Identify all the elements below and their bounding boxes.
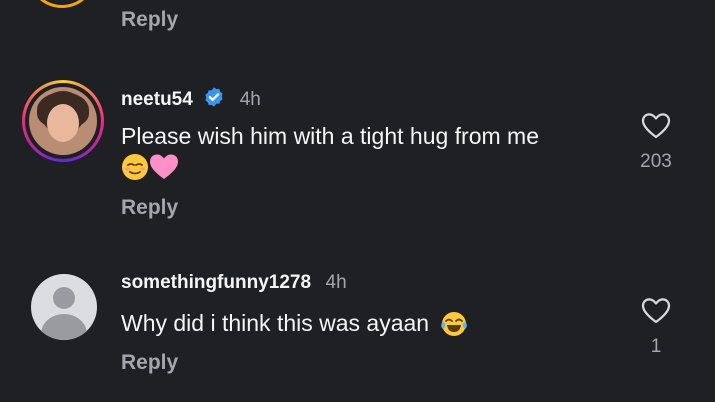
verified-badge-icon [203,86,225,113]
heart-icon[interactable] [641,297,671,330]
username[interactable]: neetu54 [121,89,193,110]
avatar[interactable] [31,274,97,340]
like-column: 1 [631,297,681,358]
pink-heart-icon [149,153,179,186]
reply-button[interactable]: Reply [121,351,178,375]
like-count: 203 [640,151,672,172]
comment-text: Why did i think this was ayaan [121,310,430,336]
comment-body: Please wish him with a tight hug from me [121,121,621,186]
profile-photo [29,87,97,155]
comment-text: Please wish him with a tight hug from me [121,123,540,149]
timestamp: 4h [325,272,347,293]
heart-icon[interactable] [641,112,671,145]
username[interactable]: somethingfunny1278 [121,272,311,293]
comment-header: somethingfunny1278 4h [121,272,347,294]
default-avatar-icon [53,287,75,309]
reply-button[interactable]: Reply [121,196,178,220]
tears-of-joy-face-icon [440,310,468,343]
avatar[interactable] [22,80,104,162]
previous-comment-avatar[interactable] [30,0,94,8]
timestamp: 4h [239,89,261,110]
like-column: 203 [631,112,681,173]
relieved-face-icon [121,153,149,186]
comment-body: Why did i think this was ayaan [121,308,621,343]
previous-comment-reply-button[interactable]: Reply [121,8,178,32]
like-count: 1 [650,336,662,357]
comment-header: neetu54 4h [121,86,261,113]
